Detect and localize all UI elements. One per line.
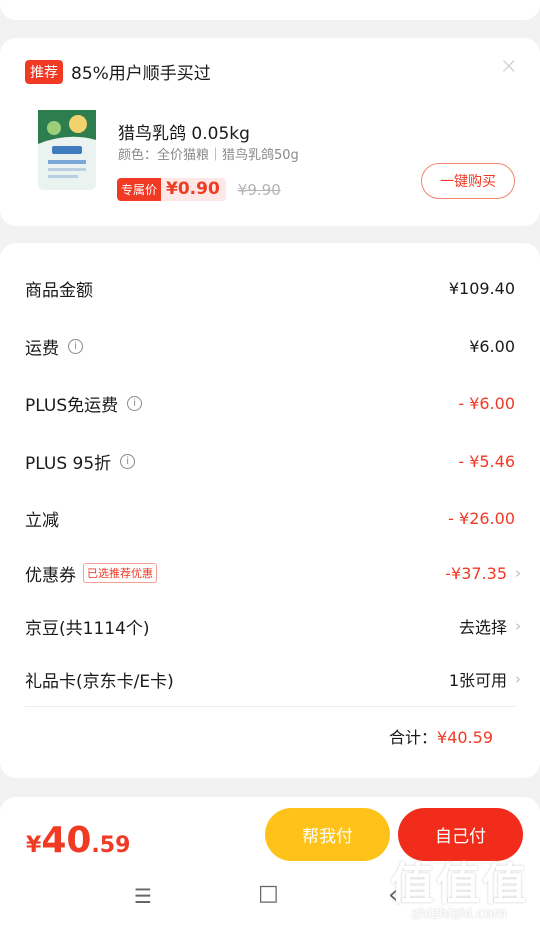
row-label: 京豆(共1114个) [25, 618, 150, 639]
chevron-right-icon: › [515, 617, 521, 635]
row-value: 1张可用 [448, 671, 507, 690]
row-value: - ¥6.00 [458, 393, 515, 413]
previous-card [0, 0, 540, 20]
divider [25, 706, 515, 707]
original-price: ¥9.90 [237, 180, 281, 199]
row-value: - ¥5.46 [458, 451, 515, 471]
row-value: -¥37.35 [445, 563, 507, 583]
help-me-pay-button[interactable]: 帮我付 [265, 808, 390, 861]
one-click-buy-button[interactable]: 一键购买 [421, 163, 515, 199]
summary-row-shipping: 运费 i ¥6.00 [25, 331, 515, 361]
info-icon[interactable]: i [68, 338, 83, 354]
price-decimal: .59 [91, 833, 131, 858]
summary-row-plus-discount: PLUS 95折 i - ¥5.46 [25, 446, 515, 476]
summary-row-instant-discount: 立减 - ¥26.00 [25, 503, 515, 533]
product-thumbnail[interactable] [38, 110, 96, 190]
coupon-selected-tag: 已选推荐优惠 [83, 563, 157, 583]
summary-row-goods-amount: 商品金额 ¥109.40 [25, 273, 515, 303]
product-spec: 颜色：全价猫粮｜猎鸟乳鸽50g [118, 148, 299, 163]
info-icon[interactable]: i [127, 395, 143, 411]
row-label: 立减 [25, 510, 59, 531]
row-label: 运费 [25, 338, 59, 359]
total-amount: ¥40.59 [437, 728, 493, 747]
summary-row-jd-beans[interactable]: 京豆(共1114个) 去选择 › [25, 611, 521, 641]
recommendation-header: 推荐 85%用户顺手买过 [25, 59, 211, 84]
current-price: ¥0.90 [161, 178, 226, 201]
row-label: 优惠券 [25, 565, 76, 586]
summary-row-gift-card[interactable]: 礼品卡(京东卡/E卡) 1张可用 › [25, 664, 521, 694]
order-total: 合计：¥40.59 [389, 724, 493, 748]
row-value: - ¥26.00 [448, 508, 515, 528]
price-row: 专属价 ¥0.90 ¥9.90 [117, 178, 281, 201]
watermark-logo: 值值值 [390, 859, 528, 910]
chevron-right-icon: › [515, 670, 521, 688]
menu-icon[interactable]: ☰ [134, 884, 152, 908]
row-label: PLUS 95折 [25, 453, 112, 474]
close-icon[interactable]: × [500, 54, 518, 79]
price-integer: 40 [41, 820, 92, 861]
row-label: 商品金额 [25, 280, 93, 301]
final-price: ¥40.59 [26, 820, 130, 861]
summary-row-coupon[interactable]: 优惠券 已选推荐优惠 -¥37.35 › [25, 558, 521, 588]
product-name[interactable]: 猎鸟乳鸽 0.05kg [118, 119, 250, 144]
summary-row-plus-free-shipping: PLUS免运费 i - ¥6.00 [25, 388, 515, 418]
price-currency: ¥ [26, 833, 42, 858]
exclusive-price-badge: 专属价 [117, 178, 162, 201]
info-icon[interactable]: i [120, 453, 136, 469]
row-value: ¥109.40 [448, 278, 515, 298]
watermark: 值值值 zhizhizhi.com [390, 848, 528, 922]
row-value: 去选择 [458, 618, 507, 637]
chevron-right-icon: › [515, 564, 521, 582]
home-icon[interactable]: □ [258, 881, 279, 906]
recommendation-title: 85%用户顺手买过 [71, 64, 211, 84]
total-label: 合计： [389, 728, 438, 747]
recommend-tag: 推荐 [25, 59, 63, 84]
row-label: 礼品卡(京东卡/E卡) [25, 671, 174, 692]
row-label: PLUS免运费 [25, 395, 119, 416]
row-value: ¥6.00 [469, 336, 515, 356]
